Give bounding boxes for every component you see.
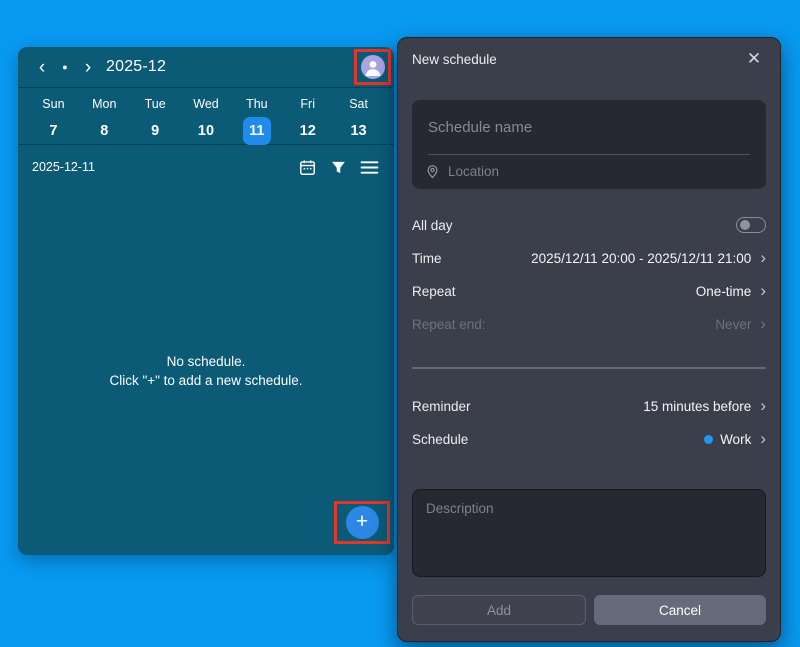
- weekday-label: Wed: [181, 97, 232, 111]
- date-cell[interactable]: 7: [28, 117, 79, 145]
- filter-icon[interactable]: [327, 156, 349, 178]
- avatar[interactable]: [361, 55, 385, 79]
- weekday-label: Sun: [28, 97, 79, 111]
- schedule-category-label: Schedule: [412, 432, 468, 447]
- date-label: 9: [141, 117, 169, 145]
- all-day-row: All day: [412, 208, 766, 242]
- date-cell-selected[interactable]: 11: [231, 117, 282, 145]
- add-button[interactable]: Add: [412, 595, 586, 625]
- date-label: 10: [192, 117, 220, 145]
- dialog-buttons: Add Cancel: [412, 595, 766, 625]
- annotation-box-fab: +: [334, 501, 390, 544]
- agenda-toolbar: [296, 156, 380, 178]
- all-day-label: All day: [412, 218, 453, 233]
- date-cell[interactable]: 8: [79, 117, 130, 145]
- description-input[interactable]: [413, 490, 765, 576]
- repeat-end-row: Repeat end: Never ›: [412, 308, 766, 341]
- schedule-category-value: Work: [720, 432, 751, 447]
- agenda-date-label: 2025-12-11: [32, 160, 95, 174]
- close-button[interactable]: ✕: [742, 48, 766, 70]
- date-cell[interactable]: 13: [333, 117, 384, 145]
- date-label: 11: [243, 117, 271, 145]
- today-dot-button[interactable]: ●: [54, 54, 76, 80]
- repeat-label: Repeat: [412, 284, 456, 299]
- chevron-right-icon: ›: [760, 397, 766, 416]
- time-row[interactable]: Time 2025/12/11 20:00 - 2025/12/11 21:00…: [412, 242, 766, 275]
- prev-month-button[interactable]: ‹: [30, 54, 54, 80]
- weekday-label: Thu: [231, 97, 282, 111]
- schedule-name-input[interactable]: [412, 100, 766, 154]
- date-label: 12: [294, 117, 322, 145]
- repeat-value: One-time: [696, 284, 752, 299]
- weekday-label: Mon: [79, 97, 130, 111]
- reminder-label: Reminder: [412, 399, 471, 414]
- date-row: 7 8 9 10 11 12 13: [18, 117, 394, 145]
- name-location-card: [412, 100, 766, 189]
- agenda-header: 2025-12-11: [18, 145, 394, 189]
- calendar-panel: ‹ ● › 2025-12 Sun Mon Tue Wed Thu Fri Sa…: [18, 47, 394, 555]
- time-value: 2025/12/11 20:00 - 2025/12/11 21:00: [531, 251, 751, 266]
- repeat-end-label: Repeat end:: [412, 317, 486, 332]
- all-day-toggle[interactable]: [736, 217, 766, 233]
- toggle-knob: [740, 220, 750, 230]
- reminder-row[interactable]: Reminder 15 minutes before ›: [412, 389, 766, 423]
- weekday-label: Fri: [282, 97, 333, 111]
- date-cell[interactable]: 10: [181, 117, 232, 145]
- chevron-right-icon: ›: [760, 249, 766, 268]
- date-cell[interactable]: 9: [130, 117, 181, 145]
- location-row: [412, 155, 766, 188]
- new-schedule-dialog: New schedule ✕ All day Time 2025/12/11 2…: [397, 37, 781, 642]
- dialog-title: New schedule: [412, 52, 497, 67]
- location-input[interactable]: [448, 164, 753, 179]
- empty-state: No schedule. Click "+" to add a new sche…: [18, 352, 394, 390]
- add-schedule-fab[interactable]: +: [346, 506, 379, 539]
- repeat-end-value: Never: [715, 317, 751, 332]
- date-cell[interactable]: 12: [282, 117, 333, 145]
- plus-icon: +: [356, 511, 368, 532]
- schedule-category-row[interactable]: Schedule Work ›: [412, 423, 766, 456]
- person-icon: [361, 55, 385, 79]
- time-label: Time: [412, 251, 442, 266]
- weekday-label: Tue: [130, 97, 181, 111]
- dialog-header: New schedule ✕: [412, 49, 766, 69]
- reminder-value: 15 minutes before: [643, 399, 751, 414]
- empty-state-line1: No schedule.: [18, 352, 394, 371]
- date-label: 13: [345, 117, 373, 145]
- calendar-header: ‹ ● › 2025-12: [18, 47, 394, 88]
- menu-icon[interactable]: [358, 156, 380, 178]
- description-card: [412, 489, 766, 577]
- location-pin-icon: [425, 164, 440, 179]
- date-label: 8: [90, 117, 118, 145]
- empty-state-line2: Click "+" to add a new schedule.: [18, 371, 394, 390]
- chevron-right-icon: ›: [760, 430, 766, 449]
- weekday-label: Sat: [333, 97, 384, 111]
- section-divider: [412, 367, 766, 369]
- calendar-view-icon[interactable]: [296, 156, 318, 178]
- month-title: 2025-12: [106, 58, 166, 76]
- next-month-button[interactable]: ›: [76, 54, 100, 80]
- repeat-row[interactable]: Repeat One-time ›: [412, 275, 766, 308]
- chevron-right-icon: ›: [760, 282, 766, 301]
- cancel-button[interactable]: Cancel: [594, 595, 766, 625]
- close-icon: ✕: [747, 49, 761, 69]
- weekday-row: Sun Mon Tue Wed Thu Fri Sat: [18, 90, 394, 117]
- annotation-box-avatar: [354, 49, 391, 85]
- date-label: 7: [39, 117, 67, 145]
- chevron-right-icon: ›: [760, 315, 766, 334]
- category-color-dot: [704, 435, 713, 444]
